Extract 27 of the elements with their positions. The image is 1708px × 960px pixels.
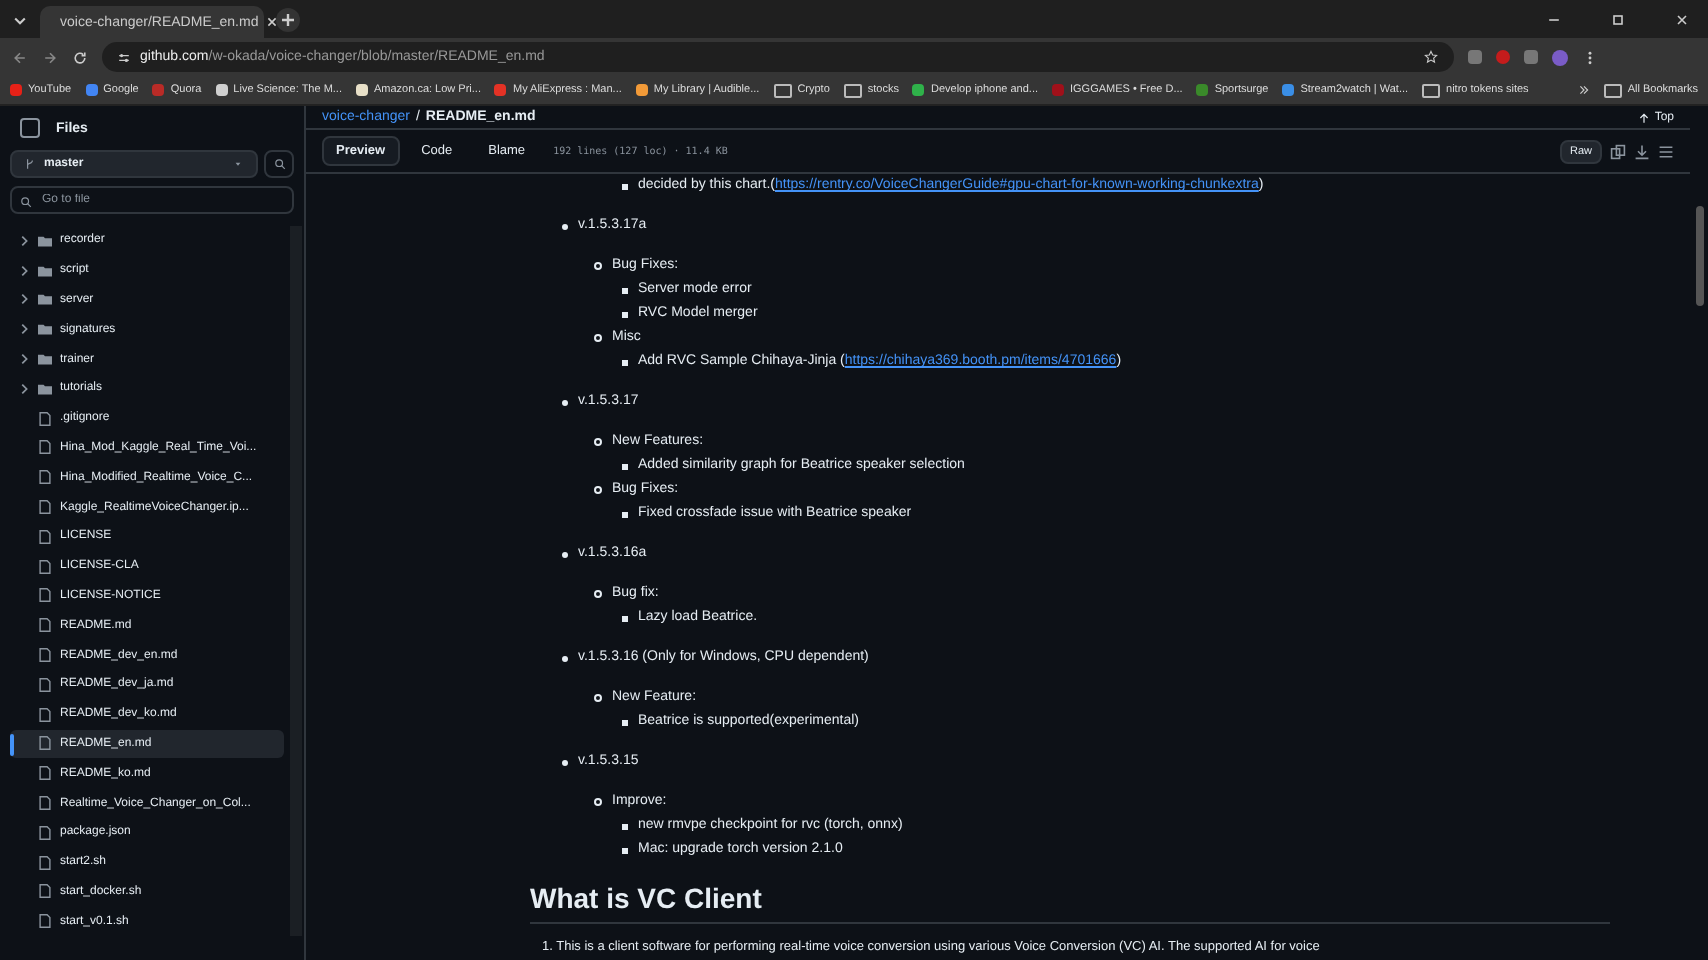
folder-icon (1422, 83, 1441, 97)
site-settings-icon (118, 51, 130, 63)
arrow-up-icon (1638, 111, 1651, 123)
new-tab-icon[interactable] (276, 7, 300, 31)
back-arrow-icon[interactable] (12, 49, 28, 65)
search-button[interactable] (264, 150, 294, 178)
forward-arrow-icon[interactable] (42, 49, 58, 65)
section-heading: What is VC Client (530, 886, 1610, 924)
double-chevron-icon[interactable] (1577, 84, 1590, 96)
restore-icon[interactable] (1610, 11, 1626, 27)
copy-icon[interactable] (1610, 143, 1626, 159)
branch-icon (24, 158, 36, 170)
profile-avatar[interactable] (1552, 49, 1568, 65)
search-icon (273, 158, 285, 170)
scrollbar-thumb[interactable] (1695, 206, 1703, 306)
list-icon[interactable] (1658, 143, 1674, 159)
star-icon[interactable] (1424, 50, 1438, 64)
search-icon (20, 196, 32, 208)
close-icon[interactable] (266, 16, 279, 28)
folder-icon (773, 83, 792, 97)
caret-icon (232, 158, 244, 170)
folder-icon (1603, 83, 1622, 97)
sidebar-toggle-icon[interactable] (20, 118, 40, 138)
download-icon[interactable] (1634, 143, 1650, 159)
reload-icon[interactable] (72, 49, 88, 65)
folder-icon (843, 83, 862, 97)
close-icon[interactable] (1674, 11, 1690, 27)
